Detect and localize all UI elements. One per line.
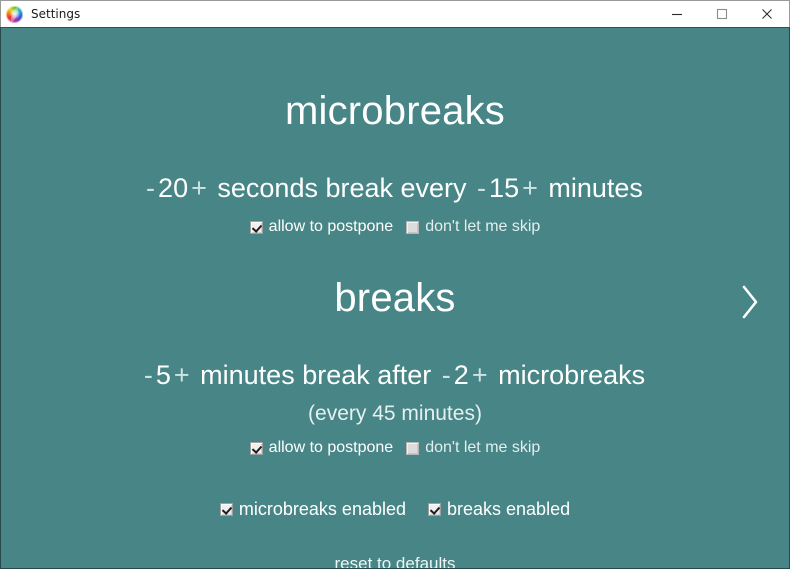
- microbreaks-interval-increment[interactable]: +: [521, 173, 539, 203]
- breaks-dont-let-skip-checkbox[interactable]: [406, 441, 420, 455]
- breaks-dont-let-skip-label: don't let me skip: [425, 439, 541, 456]
- breaks-duration-increment[interactable]: +: [173, 360, 191, 390]
- window-controls: [654, 1, 789, 27]
- window-title: Settings: [31, 7, 81, 21]
- breaks-settings-row: -5 + minutes break after -2 + microbreaks: [1, 362, 789, 389]
- breaks-heading: breaks: [334, 276, 456, 320]
- microbreaks-enabled-label: microbreaks enabled: [238, 499, 406, 519]
- microbreaks-allow-postpone-option[interactable]: allow to postpone: [249, 218, 394, 235]
- breaks-enabled-option[interactable]: breaks enabled: [428, 500, 570, 518]
- rainbow-swirl-icon: [6, 5, 23, 23]
- microbreaks-settings-row: -20 + seconds break every -15 + minutes: [1, 175, 789, 202]
- breaks-allow-postpone-checkbox[interactable]: [249, 441, 263, 455]
- maximize-button[interactable]: [699, 1, 744, 27]
- microbreaks-dont-let-skip-label: don't let me skip: [425, 218, 541, 235]
- chevron-right-icon: [742, 285, 758, 319]
- microbreaks-duration-label: seconds break every: [217, 173, 467, 203]
- breaks-frequency-note: (every 45 minutes): [308, 402, 482, 425]
- breaks-allow-postpone-option[interactable]: allow to postpone: [249, 439, 394, 456]
- breaks-enabled-label: breaks enabled: [447, 499, 571, 519]
- breaks-interval-decrement[interactable]: -: [441, 360, 452, 390]
- breaks-interval-value: 2: [453, 360, 469, 390]
- microbreaks-dont-let-skip-checkbox[interactable]: [406, 220, 420, 234]
- microbreaks-interval-label: minutes: [548, 173, 643, 203]
- microbreaks-duration-value: 20: [158, 173, 189, 203]
- microbreaks-dont-let-skip-option[interactable]: don't let me skip: [406, 219, 540, 235]
- microbreaks-options-row: allow to postpone don't let me skip: [1, 219, 789, 235]
- reset-to-defaults-button[interactable]: reset to defaults: [1, 555, 789, 568]
- breaks-interval-label: microbreaks: [498, 360, 646, 390]
- microbreaks-duration-increment[interactable]: +: [190, 173, 208, 203]
- title-bar: Settings: [0, 0, 790, 27]
- close-icon: [761, 9, 772, 19]
- title-bar-left: Settings: [1, 5, 81, 23]
- settings-content: microbreaks -20 + seconds break every -15…: [0, 27, 790, 569]
- breaks-duration-value: 5: [155, 360, 171, 390]
- minimize-button[interactable]: [654, 1, 699, 27]
- breaks-allow-postpone-label: allow to postpone: [268, 439, 394, 456]
- microbreaks-interval-decrement[interactable]: -: [476, 173, 487, 203]
- breaks-dont-let-skip-option[interactable]: don't let me skip: [406, 440, 540, 456]
- maximize-icon: [716, 8, 727, 20]
- breaks-interval-increment[interactable]: +: [471, 360, 489, 390]
- microbreaks-duration-decrement[interactable]: -: [145, 173, 156, 203]
- breaks-options-row: allow to postpone don't let me skip: [1, 440, 789, 456]
- breaks-enabled-checkbox[interactable]: [428, 502, 441, 516]
- feature-toggles-row: microbreaks enabled breaks enabled: [1, 500, 789, 518]
- next-page-button[interactable]: [733, 280, 767, 324]
- microbreaks-heading: microbreaks: [284, 89, 506, 133]
- minimize-icon: [671, 13, 682, 16]
- microbreaks-enabled-checkbox[interactable]: [219, 502, 233, 516]
- close-button[interactable]: [744, 1, 789, 27]
- microbreaks-allow-postpone-label: allow to postpone: [268, 218, 394, 235]
- microbreaks-allow-postpone-checkbox[interactable]: [249, 220, 263, 234]
- settings-window: Settings microbreaks - 20 + seconds brea…: [0, 0, 790, 569]
- breaks-duration-label: minutes break after: [200, 360, 432, 390]
- microbreaks-enabled-option[interactable]: microbreaks enabled: [219, 499, 406, 519]
- breaks-duration-decrement[interactable]: -: [143, 360, 154, 390]
- microbreaks-interval-value: 15: [489, 173, 520, 203]
